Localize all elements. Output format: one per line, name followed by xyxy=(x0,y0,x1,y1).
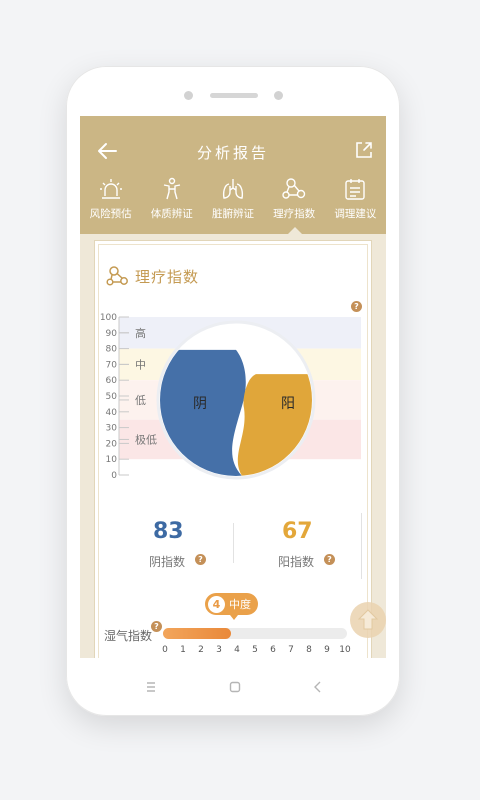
therapy-index-card: 理疗指数 ? 0 10 20 30 40 50 60 70 80 90 100 高中低极低阴阳 83 … xyxy=(94,240,372,658)
dampness-scale: 0 1 2 3 4 5 6 7 8 9 10 xyxy=(95,645,373,658)
menu-icon[interactable] xyxy=(140,676,162,698)
dampness-level-value: 4 xyxy=(208,595,225,613)
y-tick-label: 30 xyxy=(106,424,118,434)
dampness-scale-tick: 0 xyxy=(162,645,168,655)
score-divider xyxy=(233,523,234,563)
tab-constitution[interactable]: 体质辨证 xyxy=(141,174,202,226)
y-tick-label: 0 xyxy=(111,471,117,481)
dampness-level-text: 中度 xyxy=(229,598,251,611)
y-tick-label: 80 xyxy=(106,345,118,355)
section-header: 理疗指数 xyxy=(105,261,199,291)
yang-help-icon[interactable]: ? xyxy=(324,554,335,565)
tab-label: 调理建议 xyxy=(334,208,377,220)
share-icon[interactable] xyxy=(354,140,374,160)
system-nav-bar xyxy=(66,664,400,710)
molecule-icon xyxy=(106,266,128,286)
yang-score-value: 67 xyxy=(282,519,313,544)
dampness-scale-tick: 1 xyxy=(180,645,186,655)
yin-help-icon[interactable]: ? xyxy=(195,554,206,565)
dampness-scale-tick: 6 xyxy=(270,645,276,655)
tab-bar: 风险预估 体质辨证 脏腑辨证 理疗指数 调理建议 xyxy=(80,174,386,234)
scroll-top-button[interactable] xyxy=(350,602,386,638)
speaker-grille xyxy=(210,93,258,98)
pie-label-yin: 阴 xyxy=(193,396,207,412)
pie-label-yang: 阳 xyxy=(281,396,295,412)
y-tick-label: 90 xyxy=(106,329,118,339)
phone-frame: 分析报告 风险预估 体质辨证 脏腑辨证 理疗指数 调理建议 理疗指数 ? 0 1… xyxy=(66,66,400,716)
dampness-scale-tick: 7 xyxy=(288,645,294,655)
band-label: 低 xyxy=(135,394,146,407)
tab-risk[interactable]: 风险预估 xyxy=(80,174,141,226)
home-icon[interactable] xyxy=(224,676,246,698)
alarm-light-icon xyxy=(99,179,122,199)
front-camera xyxy=(184,91,193,100)
score-row: 83 阴指数 ? 67 阳指数 ? xyxy=(95,513,373,579)
dampness-help-icon[interactable]: ? xyxy=(151,621,162,632)
y-tick-label: 70 xyxy=(106,360,118,370)
tab-therapy-index[interactable]: 理疗指数 xyxy=(264,174,325,234)
tab-label: 脏腑辨证 xyxy=(211,208,254,220)
y-tick-label: 50 xyxy=(106,392,118,402)
tab-label: 风险预估 xyxy=(89,208,132,220)
tab-label: 体质辨证 xyxy=(150,208,193,220)
y-tick-label: 60 xyxy=(106,376,118,386)
dampness-scale-tick: 3 xyxy=(216,645,222,655)
yang-score-label: 阳指数 xyxy=(278,555,315,569)
dampness-scale-tick: 10 xyxy=(339,645,351,655)
page-title: 分析报告 xyxy=(196,144,269,162)
proximity-sensor xyxy=(274,91,283,100)
dampness-bar-fill xyxy=(163,628,231,639)
body-icon xyxy=(163,177,180,200)
dampness-scale-tick: 4 xyxy=(234,645,240,655)
y-tick-label: 100 xyxy=(100,313,117,323)
yin-yang-chart: 0 10 20 30 40 50 60 70 80 90 100 高中低极低 阴 阳 xyxy=(100,313,361,481)
arrow-up-icon xyxy=(357,609,379,630)
band-label: 极低 xyxy=(135,432,157,446)
lungs-icon xyxy=(222,179,244,199)
dampness-scale-tick: 8 xyxy=(306,645,312,655)
tab-organs[interactable]: 脏腑辨证 xyxy=(202,174,263,226)
molecule-icon xyxy=(282,178,306,199)
score-divider-right xyxy=(361,513,362,579)
pie-slice-yang xyxy=(237,374,312,476)
y-tick-label: 20 xyxy=(106,439,118,449)
app-header: 分析报告 风险预估 体质辨证 脏腑辨证 理疗指数 调理建议 xyxy=(80,116,386,234)
y-tick-label: 10 xyxy=(106,455,118,465)
tab-label: 理疗指数 xyxy=(273,208,316,220)
dampness-label: 湿气指数 xyxy=(104,629,153,643)
section-title: 理疗指数 xyxy=(135,267,200,286)
back-icon[interactable] xyxy=(307,676,329,698)
y-tick-label: 40 xyxy=(106,408,118,418)
yin-score-label: 阴指数 xyxy=(149,555,186,569)
clipboard-icon xyxy=(345,179,366,200)
dampness-scale-tick: 9 xyxy=(324,645,330,655)
tab-advice[interactable]: 调理建议 xyxy=(325,174,386,226)
dampness-level-badge: 4 中度 xyxy=(205,593,258,620)
yin-score-value: 83 xyxy=(153,519,184,544)
band-label: 中 xyxy=(135,358,146,371)
dampness-scale-tick: 2 xyxy=(198,645,204,655)
dampness-scale-tick: 5 xyxy=(252,645,258,655)
app-screen: 分析报告 风险预估 体质辨证 脏腑辨证 理疗指数 调理建议 理疗指数 ? 0 1… xyxy=(80,116,386,658)
band-label: 高 xyxy=(135,326,146,340)
